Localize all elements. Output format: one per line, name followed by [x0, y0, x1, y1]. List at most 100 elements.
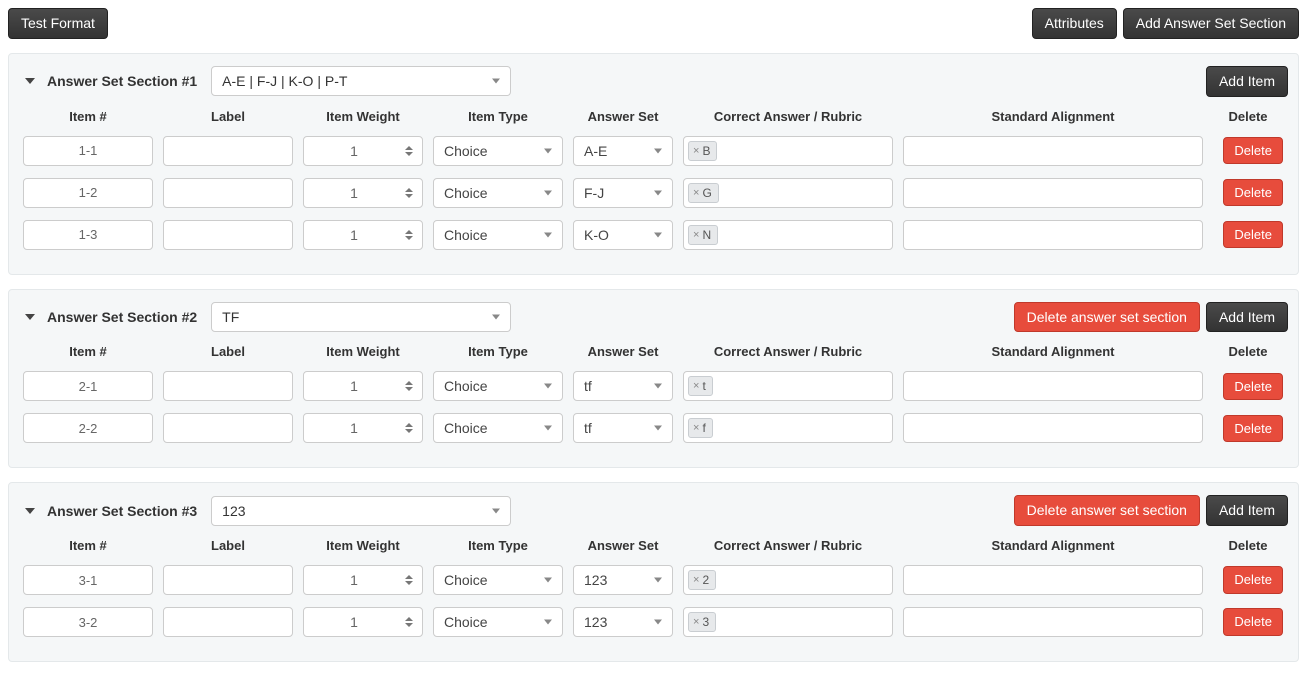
answer-tag[interactable]: ×3 — [688, 612, 716, 632]
item-weight-stepper[interactable]: 1 — [303, 565, 423, 595]
correct-answer-input[interactable]: ×f — [683, 413, 893, 443]
chevron-up-icon[interactable] — [405, 230, 413, 234]
correct-answer-input[interactable]: ×3 — [683, 607, 893, 637]
close-icon[interactable]: × — [693, 380, 699, 392]
item-type-select[interactable]: Choice — [433, 178, 563, 208]
item-type-select[interactable]: Choice — [433, 565, 563, 595]
item-type-select[interactable]: Choice — [433, 136, 563, 166]
answer-set-select[interactable]: K-O — [573, 220, 673, 250]
correct-answer-input[interactable]: ×2 — [683, 565, 893, 595]
correct-answer-input[interactable]: ×N — [683, 220, 893, 250]
delete-row-button[interactable]: Delete — [1223, 137, 1283, 165]
chevron-down-icon[interactable] — [405, 429, 413, 433]
answer-tag[interactable]: ×N — [688, 225, 718, 245]
attributes-button[interactable]: Attributes — [1032, 8, 1117, 39]
delete-row-button[interactable]: Delete — [1223, 608, 1283, 636]
standard-alignment-input[interactable] — [903, 413, 1203, 443]
answer-tag[interactable]: ×G — [688, 183, 719, 203]
col-label: Label — [163, 109, 293, 124]
label-input[interactable] — [163, 136, 293, 166]
close-icon[interactable]: × — [693, 574, 699, 586]
chevron-up-icon[interactable] — [405, 575, 413, 579]
item-weight-stepper[interactable]: 1 — [303, 178, 423, 208]
chevron-up-icon[interactable] — [405, 146, 413, 150]
delete-row-button[interactable]: Delete — [1223, 179, 1283, 207]
answer-set-select[interactable]: F-J — [573, 178, 673, 208]
close-icon[interactable]: × — [693, 616, 699, 628]
answer-tag[interactable]: ×B — [688, 141, 717, 161]
section-answer-set-select[interactable]: A-E | F-J | K-O | P-T — [211, 66, 511, 96]
item-weight-value: 1 — [350, 614, 358, 630]
chevron-down-icon[interactable] — [405, 387, 413, 391]
label-input[interactable] — [163, 413, 293, 443]
add-item-button[interactable]: Add Item — [1206, 302, 1288, 333]
answer-set-select[interactable]: 123 — [573, 607, 673, 637]
label-input[interactable] — [163, 565, 293, 595]
chevron-up-icon[interactable] — [405, 381, 413, 385]
stepper-arrows[interactable] — [402, 225, 416, 245]
chevron-up-icon[interactable] — [405, 617, 413, 621]
label-input[interactable] — [163, 371, 293, 401]
correct-answer-input[interactable]: ×G — [683, 178, 893, 208]
item-weight-stepper[interactable]: 1 — [303, 136, 423, 166]
chevron-down-icon[interactable] — [405, 581, 413, 585]
section-answer-set-select[interactable]: 123 — [211, 496, 511, 526]
stepper-arrows[interactable] — [402, 612, 416, 632]
close-icon[interactable]: × — [693, 422, 699, 434]
answer-set-select[interactable]: tf — [573, 413, 673, 443]
standard-alignment-input[interactable] — [903, 371, 1203, 401]
stepper-arrows[interactable] — [402, 570, 416, 590]
delete-answer-set-section-button[interactable]: Delete answer set section — [1014, 302, 1200, 333]
close-icon[interactable]: × — [693, 187, 699, 199]
answer-set-select[interactable]: A-E — [573, 136, 673, 166]
standard-alignment-input[interactable] — [903, 607, 1203, 637]
close-icon[interactable]: × — [693, 145, 699, 157]
delete-row-button[interactable]: Delete — [1223, 373, 1283, 401]
answer-tag[interactable]: ×t — [688, 376, 713, 396]
answer-set-select[interactable]: 123 — [573, 565, 673, 595]
chevron-down-icon[interactable] — [405, 236, 413, 240]
item-type-select[interactable]: Choice — [433, 371, 563, 401]
label-input[interactable] — [163, 178, 293, 208]
item-type-select[interactable]: Choice — [433, 413, 563, 443]
add-answer-set-section-button[interactable]: Add Answer Set Section — [1123, 8, 1299, 39]
label-input[interactable] — [163, 607, 293, 637]
item-weight-stepper[interactable]: 1 — [303, 413, 423, 443]
delete-row-button[interactable]: Delete — [1223, 221, 1283, 249]
item-weight-stepper[interactable]: 1 — [303, 220, 423, 250]
answer-tag[interactable]: ×f — [688, 418, 713, 438]
collapse-toggle-icon[interactable] — [25, 78, 35, 84]
answer-set-select[interactable]: tf — [573, 371, 673, 401]
collapse-toggle-icon[interactable] — [25, 314, 35, 320]
item-type-select[interactable]: Choice — [433, 220, 563, 250]
item-weight-stepper[interactable]: 1 — [303, 371, 423, 401]
item-type-select[interactable]: Choice — [433, 607, 563, 637]
standard-alignment-input[interactable] — [903, 178, 1203, 208]
add-item-button[interactable]: Add Item — [1206, 495, 1288, 526]
correct-answer-input[interactable]: ×B — [683, 136, 893, 166]
add-item-button[interactable]: Add Item — [1206, 66, 1288, 97]
section-answer-set-select[interactable]: TF — [211, 302, 511, 332]
answer-tag[interactable]: ×2 — [688, 570, 716, 590]
close-icon[interactable]: × — [693, 229, 699, 241]
standard-alignment-input[interactable] — [903, 136, 1203, 166]
stepper-arrows[interactable] — [402, 183, 416, 203]
test-format-button[interactable]: Test Format — [8, 8, 108, 39]
delete-row-button[interactable]: Delete — [1223, 566, 1283, 594]
correct-answer-input[interactable]: ×t — [683, 371, 893, 401]
delete-row-button[interactable]: Delete — [1223, 415, 1283, 443]
label-input[interactable] — [163, 220, 293, 250]
chevron-down-icon[interactable] — [405, 194, 413, 198]
stepper-arrows[interactable] — [402, 141, 416, 161]
stepper-arrows[interactable] — [402, 376, 416, 396]
chevron-down-icon[interactable] — [405, 152, 413, 156]
chevron-down-icon[interactable] — [405, 623, 413, 627]
collapse-toggle-icon[interactable] — [25, 508, 35, 514]
chevron-up-icon[interactable] — [405, 188, 413, 192]
stepper-arrows[interactable] — [402, 418, 416, 438]
item-weight-stepper[interactable]: 1 — [303, 607, 423, 637]
standard-alignment-input[interactable] — [903, 220, 1203, 250]
delete-answer-set-section-button[interactable]: Delete answer set section — [1014, 495, 1200, 526]
standard-alignment-input[interactable] — [903, 565, 1203, 595]
chevron-up-icon[interactable] — [405, 423, 413, 427]
